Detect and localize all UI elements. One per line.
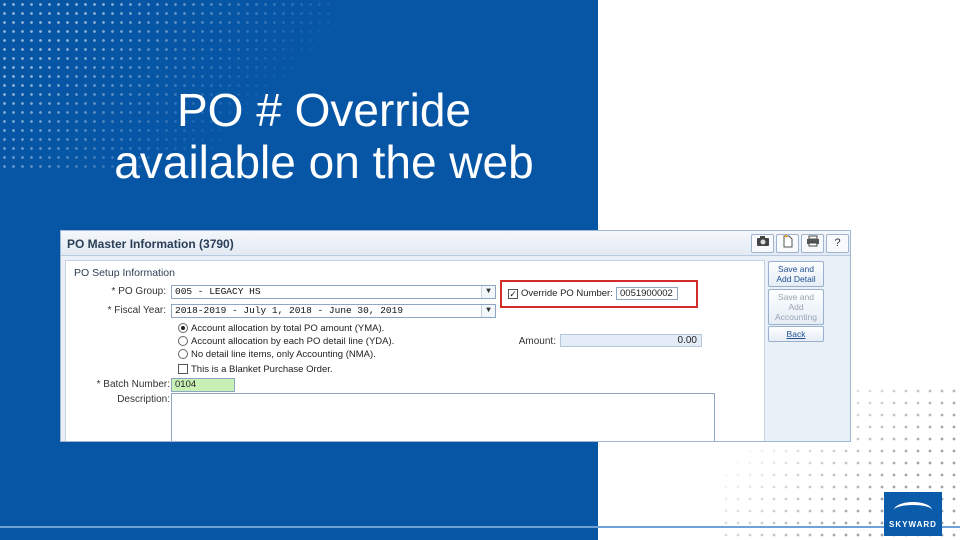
fiscal-year-value: 2018-2019 - July 1, 2018 - June 30, 2019 — [175, 305, 404, 316]
screen-header: PO Master Information (3790) ? — [61, 231, 850, 256]
allocation-label-yda: Account allocation by each PO detail lin… — [191, 335, 395, 347]
save-add-detail-button[interactable]: Save and Add Detail — [768, 261, 824, 287]
chevron-down-icon: ▼ — [481, 305, 495, 317]
batch-number-input[interactable]: 0104 — [171, 378, 235, 392]
radio-icon[interactable] — [178, 336, 188, 346]
screen-title: PO Master Information (3790) — [67, 237, 234, 251]
slide-title: PO # Override available on the web — [0, 84, 648, 188]
chevron-down-icon: ▼ — [481, 286, 495, 298]
checkbox-checked-icon[interactable]: ✓ — [508, 288, 518, 299]
document-icon[interactable] — [776, 234, 799, 253]
print-icon[interactable] — [801, 234, 824, 253]
allocation-label-yma: Account allocation by total PO amount (Y… — [191, 322, 385, 334]
description-textarea[interactable] — [171, 393, 715, 441]
toolbar: ? — [751, 234, 849, 254]
blanket-po-option[interactable]: This is a Blanket Purchase Order. — [178, 363, 333, 375]
override-po-row: ✓ Override PO Number: — [508, 288, 613, 299]
skyward-logo: SKYWARD — [884, 492, 942, 536]
po-group-label: * PO Group: — [111, 286, 166, 297]
camera-icon[interactable] — [751, 234, 774, 253]
override-po-label: Override PO Number: — [521, 288, 613, 299]
override-highlight: ✓ Override PO Number: 0051900002 — [500, 280, 698, 308]
radio-selected-icon[interactable] — [178, 323, 188, 333]
section-title: PO Setup Information — [74, 267, 175, 279]
amount-label: Amount: — [518, 336, 556, 347]
po-group-value: 005 - LEGACY HS — [175, 286, 261, 297]
slide-title-line-2: available on the web — [114, 136, 534, 188]
save-add-accounting-button[interactable]: Save and Add Accounting — [768, 289, 824, 325]
slide-title-line-1: PO # Override — [177, 84, 471, 136]
po-setup-panel: PO Setup Information * PO Group: 005 - L… — [65, 260, 765, 441]
allocation-option-yda[interactable]: Account allocation by each PO detail lin… — [178, 335, 394, 347]
fiscal-year-label: * Fiscal Year: — [107, 305, 166, 316]
logo-arc-icon — [894, 502, 932, 518]
allocation-option-nma[interactable]: No detail line items, only Accounting (N… — [178, 348, 376, 360]
override-po-input[interactable]: 0051900002 — [616, 287, 678, 300]
footer-divider — [0, 526, 960, 528]
checkbox-icon[interactable] — [178, 364, 188, 374]
description-label: Description: — [117, 394, 170, 405]
fiscal-year-select[interactable]: 2018-2019 - July 1, 2018 - June 30, 2019… — [171, 304, 496, 318]
po-master-screenshot: PO Master Information (3790) ? PO Setup … — [60, 230, 851, 442]
back-button[interactable]: Back — [768, 326, 824, 342]
logo-text: SKYWARD — [889, 520, 937, 529]
batch-number-label: * Batch Number: — [96, 379, 170, 390]
allocation-option-yma[interactable]: Account allocation by total PO amount (Y… — [178, 322, 384, 334]
po-group-select[interactable]: 005 - LEGACY HS ▼ — [171, 285, 496, 299]
allocation-label-nma: No detail line items, only Accounting (N… — [191, 348, 376, 360]
amount-value: 0.00 — [560, 334, 702, 347]
blanket-po-label: This is a Blanket Purchase Order. — [191, 363, 333, 375]
help-icon[interactable]: ? — [826, 234, 849, 253]
radio-icon[interactable] — [178, 349, 188, 359]
